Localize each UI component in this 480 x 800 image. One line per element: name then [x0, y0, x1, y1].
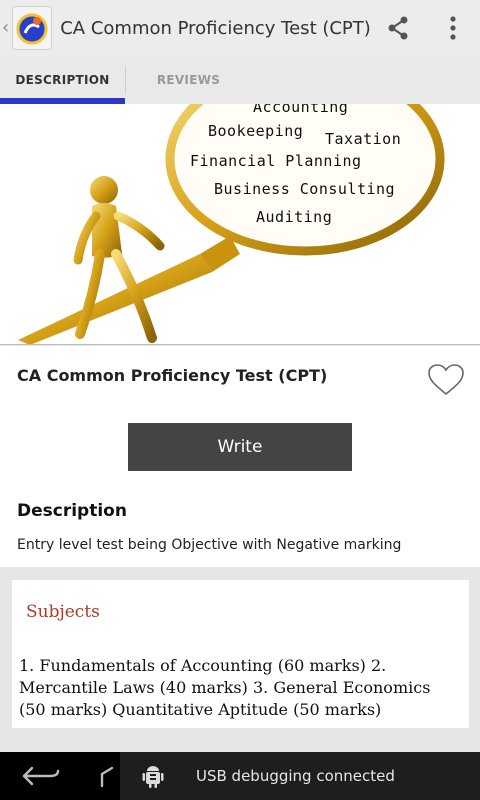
description-heading: Description — [17, 501, 127, 521]
page-title: CA Common Proficiency Test (CPT) — [60, 17, 371, 39]
screen: ‹ CA Common Proficiency Test (CPT) DESCR… — [0, 0, 480, 800]
detail-panel: CA Common Proficiency Test (CPT) Write D… — [0, 346, 480, 567]
magnifier-illustration — [18, 104, 445, 344]
back-icon[interactable] — [18, 764, 62, 788]
hero-word: Accounting — [253, 104, 349, 116]
notification-text: USB debugging connected — [196, 767, 395, 785]
app-logo-icon[interactable] — [12, 6, 53, 50]
hero-word: Taxation — [325, 130, 402, 148]
action-bar: ‹ CA Common Proficiency Test (CPT) — [0, 0, 480, 56]
usb-debugging-notification[interactable]: USB debugging connected — [120, 752, 480, 800]
tab-reviews-label: REVIEWS — [156, 73, 221, 87]
subjects-card: Subjects 1. Fundamentals of Accounting (… — [12, 580, 469, 728]
share-icon — [388, 16, 408, 40]
overflow-menu-button[interactable] — [425, 0, 480, 56]
hero-word: Bookeeping — [208, 122, 304, 140]
chevron-left-icon[interactable]: ‹ — [2, 0, 12, 56]
tab-bar: DESCRIPTION REVIEWS — [0, 56, 480, 104]
write-button[interactable]: Write — [128, 423, 352, 471]
tab-description[interactable]: DESCRIPTION — [0, 56, 125, 104]
hero-image: Accounting Bookeeping Taxation Financial… — [0, 104, 480, 345]
hero-word: Auditing — [256, 208, 333, 226]
overflow-menu-icon — [450, 16, 456, 40]
subjects-heading: Subjects — [26, 602, 100, 622]
share-button[interactable] — [371, 0, 426, 56]
tab-description-label: DESCRIPTION — [15, 73, 110, 87]
subjects-body: 1. Fundamentals of Accounting (60 marks)… — [19, 656, 431, 719]
hero-word: Financial Planning — [190, 152, 362, 170]
heart-icon — [428, 364, 464, 396]
favorite-button[interactable] — [427, 363, 465, 397]
android-debug-icon — [142, 766, 164, 788]
hero-word: Business Consulting — [214, 180, 396, 198]
tab-reviews[interactable]: REVIEWS — [126, 56, 251, 104]
test-title: CA Common Proficiency Test (CPT) — [17, 366, 328, 385]
description-text: Entry level test being Objective with Ne… — [17, 537, 402, 553]
